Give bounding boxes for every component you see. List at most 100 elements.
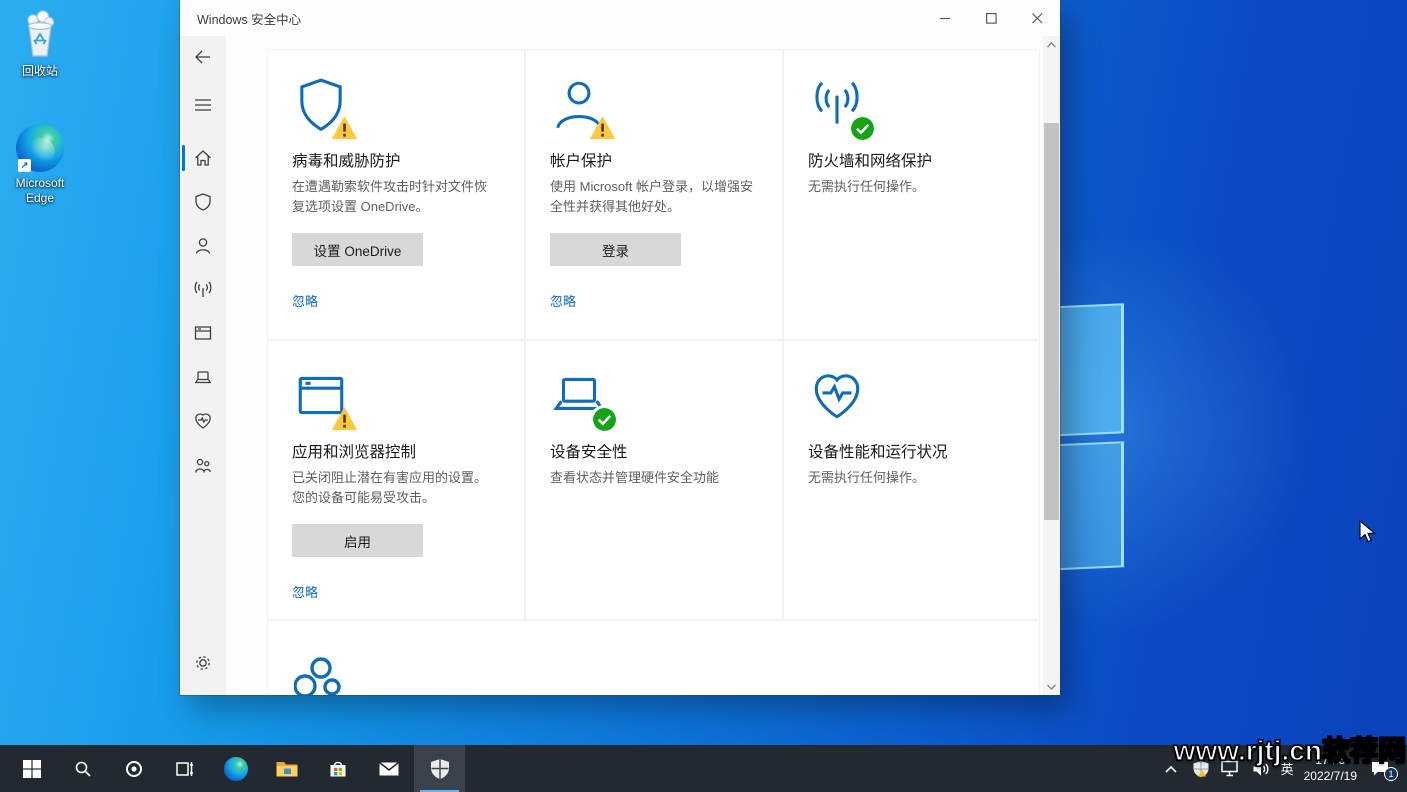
minimize-button[interactable] xyxy=(922,0,968,36)
card-firewall-network-protection[interactable]: 防火墙和网络保护 无需执行任何操作。 xyxy=(783,49,1040,340)
person-icon xyxy=(195,238,211,254)
card-description: 查看状态并管理硬件安全功能 xyxy=(550,470,720,485)
warning-badge-icon xyxy=(331,407,358,430)
maximize-icon xyxy=(985,12,997,24)
microsoft-store-icon xyxy=(330,761,345,776)
heart-icon xyxy=(195,413,211,429)
window-titlebar: Windows 安全中心 xyxy=(180,0,1060,36)
file-explorer-icon xyxy=(276,761,297,776)
card-account-protection[interactable]: 帐户保护 使用 Microsoft 帐户登录，以增强安全性并获得其他好处。 登录… xyxy=(525,49,783,340)
ignore-link[interactable]: 忽略 xyxy=(292,582,318,601)
taskbar-search-button[interactable] xyxy=(57,745,108,792)
recycle-bin-icon xyxy=(2,8,78,60)
shield-icon xyxy=(195,193,211,211)
scrollbar-thumb[interactable] xyxy=(1044,123,1059,520)
card-description: 无需执行任何操作。 xyxy=(808,179,926,194)
edge-icon xyxy=(223,756,248,781)
minimize-icon xyxy=(939,17,950,19)
card-description: 已关闭阻止潜在有害应用的设置。您的设备可能易受攻击。 xyxy=(292,470,488,505)
sidebar-item-settings[interactable] xyxy=(185,645,221,681)
desktop-icon-label: 回收站 xyxy=(21,64,58,78)
sidebar xyxy=(180,36,226,695)
close-button[interactable] xyxy=(1014,0,1060,36)
taskbar-windows-security-button[interactable] xyxy=(414,745,465,792)
wireless-icon xyxy=(194,281,212,297)
card-title: 应用和浏览器控制 xyxy=(292,444,417,461)
family-options-icon xyxy=(294,657,341,695)
scroll-up-button[interactable] xyxy=(1043,36,1060,53)
cortana-icon xyxy=(125,760,142,777)
sidebar-item-account-protection[interactable] xyxy=(185,228,221,264)
enable-button[interactable]: 启用 xyxy=(292,524,423,557)
window-title: Windows 安全中心 xyxy=(197,12,302,27)
ok-badge-icon xyxy=(851,117,874,140)
taskbar-store-button[interactable] xyxy=(312,745,363,792)
windows-security-window: Windows 安全中心 病毒和威胁防护 在遭遇勒索软件攻击时针对文件恢复选项设… xyxy=(180,0,1060,695)
tray-date: 2022/7/19 xyxy=(1303,768,1357,783)
card-title: 防火墙和网络保护 xyxy=(808,153,933,170)
taskbar-task-view-button[interactable] xyxy=(159,745,210,792)
taskbar-mail-button[interactable] xyxy=(363,745,414,792)
search-icon xyxy=(75,761,91,777)
home-icon xyxy=(195,150,211,166)
sidebar-item-home[interactable] xyxy=(185,140,221,176)
scrollbar[interactable] xyxy=(1043,36,1060,695)
browser-window-icon xyxy=(194,326,212,340)
card-device-security[interactable]: 设备安全性 查看状态并管理硬件安全功能 xyxy=(525,340,783,620)
hamburger-menu-icon xyxy=(195,99,211,111)
desktop-icon-label: Microsoft Edge xyxy=(15,176,65,205)
sidebar-item-virus-threat-protection[interactable] xyxy=(185,184,221,220)
card-description: 使用 Microsoft 帐户登录，以增强安全性并获得其他好处。 xyxy=(550,179,753,214)
desktop-icon-microsoft-edge[interactable]: ↗ Microsoft Edge xyxy=(2,120,78,206)
card-title: 病毒和威胁防护 xyxy=(292,153,401,170)
sidebar-item-device-security[interactable] xyxy=(185,359,221,395)
mouse-cursor xyxy=(1359,520,1376,543)
desktop-icon-recycle-bin[interactable]: 回收站 xyxy=(2,8,78,79)
card-description: 在遭遇勒索软件攻击时针对文件恢复选项设置 OneDrive。 xyxy=(292,179,488,214)
back-arrow-icon xyxy=(195,50,210,64)
menu-button[interactable] xyxy=(185,87,221,123)
scroll-down-button[interactable] xyxy=(1043,678,1060,695)
maximize-button[interactable] xyxy=(968,0,1014,36)
chevron-up-icon xyxy=(1047,41,1056,48)
taskbar-edge-button[interactable] xyxy=(210,745,261,792)
desktop: 回收站 ↗ Microsoft Edge Windows 安全中心 病毒和威胁防… xyxy=(0,0,1407,792)
mail-icon xyxy=(378,761,399,775)
taskbar-file-explorer-button[interactable] xyxy=(261,745,312,792)
sidebar-item-device-performance-health[interactable] xyxy=(185,403,221,439)
sidebar-item-app-browser-control[interactable] xyxy=(185,315,221,351)
ignore-link[interactable]: 忽略 xyxy=(550,291,576,310)
card-virus-threat-protection[interactable]: 病毒和威胁防护 在遭遇勒索软件攻击时针对文件恢复选项设置 OneDrive。 设… xyxy=(267,49,525,340)
card-device-performance-health[interactable]: 设备性能和运行状况 无需执行任何操作。 xyxy=(783,340,1040,620)
warning-badge-icon xyxy=(589,116,616,139)
shortcut-arrow-icon: ↗ xyxy=(18,159,31,172)
windows-logo-icon xyxy=(22,759,41,778)
start-button[interactable] xyxy=(6,745,57,792)
close-icon xyxy=(1031,12,1042,23)
card-family-options-partial[interactable] xyxy=(267,620,1040,695)
setup-onedrive-button[interactable]: 设置 OneDrive xyxy=(292,233,423,266)
back-button[interactable] xyxy=(185,39,221,75)
card-app-browser-control[interactable]: 应用和浏览器控制 已关闭阻止潜在有害应用的设置。您的设备可能易受攻击。 启用 忽… xyxy=(267,340,525,620)
heart-pulse-icon xyxy=(814,374,860,419)
sign-in-button[interactable]: 登录 xyxy=(550,233,681,266)
sidebar-item-firewall-network-protection[interactable] xyxy=(185,272,221,308)
gear-icon xyxy=(196,656,210,670)
sidebar-item-family-options[interactable] xyxy=(185,448,221,484)
warning-badge-icon xyxy=(331,116,358,139)
laptop-icon xyxy=(195,371,211,384)
family-icon xyxy=(195,458,211,473)
card-title: 帐户保护 xyxy=(550,153,613,170)
task-view-icon xyxy=(175,761,193,776)
security-cards-grid: 病毒和威胁防护 在遭遇勒索软件攻击时针对文件恢复选项设置 OneDrive。 设… xyxy=(267,49,1040,620)
taskbar-cortana-button[interactable] xyxy=(108,745,159,792)
card-title: 设备安全性 xyxy=(550,444,628,461)
ignore-link[interactable]: 忽略 xyxy=(292,291,318,310)
card-title: 设备性能和运行状况 xyxy=(808,444,948,461)
watermark: www.rjtj.cn软荐网 xyxy=(1173,734,1407,766)
security-home-content: 病毒和威胁防护 在遭遇勒索软件攻击时针对文件恢复选项设置 OneDrive。 设… xyxy=(226,36,1060,695)
chevron-down-icon xyxy=(1047,683,1056,690)
edge-icon: ↗ xyxy=(2,120,78,172)
card-description: 无需执行任何操作。 xyxy=(808,470,926,485)
ok-badge-icon xyxy=(593,408,616,431)
